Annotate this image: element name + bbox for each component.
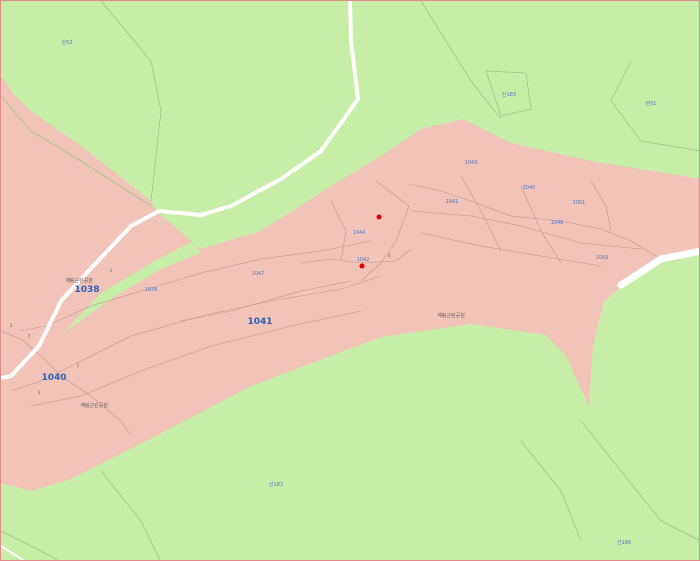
parcel-label-1042: 1042 (356, 257, 370, 263)
small-label-d: 1 (76, 363, 80, 368)
parcel-label-1050: 1050 (595, 255, 609, 261)
lot-1038-label: 1038 (74, 285, 100, 295)
parcel-label-san51: 산51 (645, 101, 657, 107)
small-label-a: 1 (109, 268, 113, 273)
small-label-c: 7 (27, 334, 31, 339)
location-marker[interactable] (359, 263, 365, 269)
parcel-label-1046: 1046 (522, 185, 536, 191)
park-label-c: 계림근린공원 (80, 403, 108, 409)
parcel-label-san186: 산186 (616, 540, 632, 546)
park-zone-area (1, 76, 699, 491)
park-label-a: 계림근린공원 (65, 278, 93, 284)
parcel-label-1044: 1044 (352, 230, 366, 236)
parcel-label-1048: 1048 (550, 220, 564, 226)
lot-1041-label: 1041 (247, 317, 273, 327)
parcel-label-1051: 1051 (572, 200, 586, 206)
small-label-b: 3 (9, 323, 13, 328)
parcel-label-1047: 1047 (251, 271, 265, 277)
parcel-label-san183-top: 산183 (501, 92, 517, 98)
small-label-e: 1 (37, 390, 41, 395)
small-label-f: 4 (387, 253, 391, 258)
location-marker[interactable] (376, 214, 382, 220)
parcel-label-san52: 산52 (61, 40, 73, 46)
map-layer (1, 1, 699, 560)
parcel-label-1041b: 1041 (445, 199, 459, 205)
parcel-label-1043: 1043 (464, 160, 478, 166)
parcel-label-san183-bottom: 산183 (268, 482, 284, 488)
lot-1040-label: 1040 (41, 373, 67, 383)
parcel-label-1039: 1039 (144, 287, 158, 293)
map-canvas[interactable]: 계림근린공원 1038 1040 1041 계림근린공원 계림근린공원 산52 … (0, 0, 700, 561)
park-label-b: 계림근린공원 (437, 313, 465, 319)
